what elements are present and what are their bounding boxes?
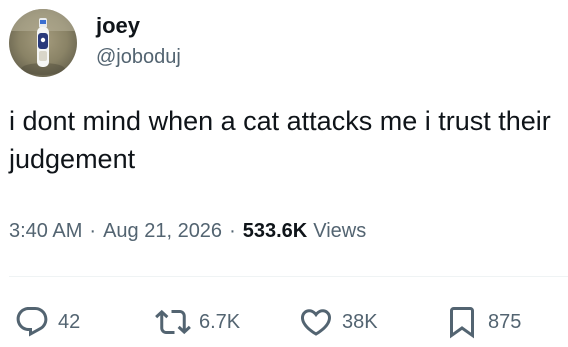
reply-button[interactable]: 42 (14, 302, 80, 342)
meta-separator: · (89, 220, 97, 242)
repost-count: 6.7K (199, 311, 241, 333)
like-icon (298, 304, 334, 340)
repost-icon (155, 304, 191, 340)
bookmark-count: 875 (488, 311, 522, 333)
display-name[interactable]: joey (96, 13, 181, 39)
tweet-time[interactable]: 3:40 AM (9, 214, 82, 248)
bookmark-icon (444, 304, 480, 340)
tweet-header: joey @joboduj (9, 9, 181, 77)
reply-icon (14, 304, 50, 340)
tweet-date[interactable]: Aug 21, 2026 (103, 214, 222, 248)
like-count: 38K (342, 311, 378, 333)
repost-button[interactable]: 6.7K (155, 302, 240, 342)
like-button[interactable]: 38K (298, 302, 378, 342)
reply-count: 42 (58, 311, 81, 333)
views-label: Views (313, 220, 367, 242)
tweet-text: i dont mind when a cat attacks me i trus… (9, 106, 551, 174)
meta-separator: · (229, 220, 236, 242)
views-count: 533.6K (242, 220, 308, 242)
author-names: joey @joboduj (96, 13, 181, 69)
user-handle[interactable]: @joboduj (96, 45, 181, 69)
tweet-card: joey @joboduj i dont mind when a cat att… (0, 0, 568, 347)
avatar[interactable] (9, 9, 77, 77)
divider (9, 276, 568, 277)
bookmark-button[interactable]: 875 (444, 302, 521, 342)
action-bar: 42 6.7K 38K 875 (14, 302, 554, 342)
tweet-meta: 3:40 AM · Aug 21, 2026 · 533.6K Views (9, 214, 366, 248)
